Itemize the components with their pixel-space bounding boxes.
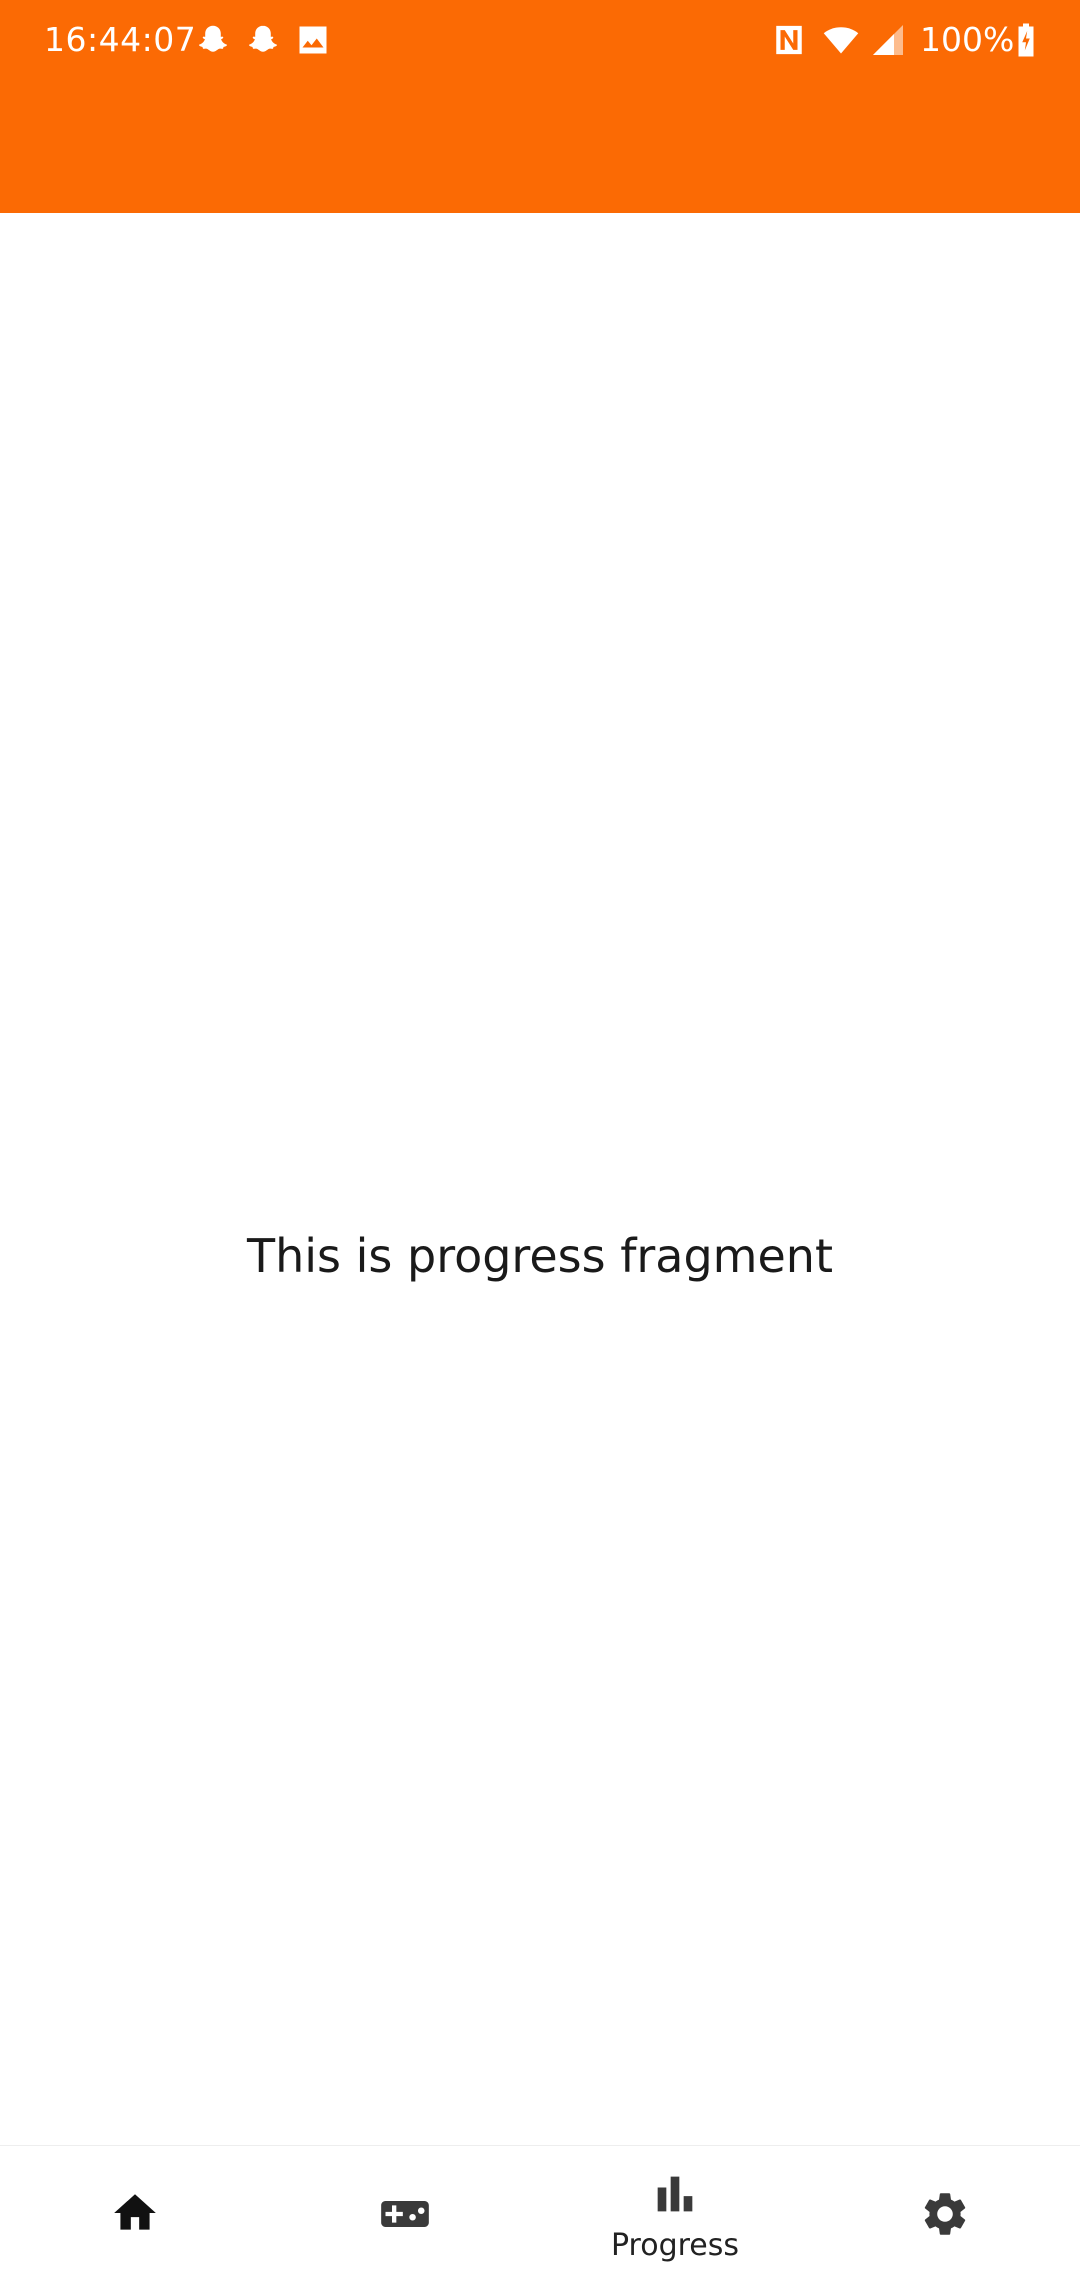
app-bar: 16:44:07 100% xyxy=(0,0,1080,213)
gear-icon xyxy=(924,2193,966,2235)
image-icon xyxy=(299,26,327,54)
bar-chart-icon xyxy=(657,2176,693,2212)
home-icon xyxy=(114,2194,156,2230)
nav-item-settings[interactable] xyxy=(810,2146,1080,2280)
nav-item-games[interactable] xyxy=(270,2146,540,2280)
snapchat-icon xyxy=(249,25,277,52)
battery-percent: 100% xyxy=(920,20,1015,59)
nfc-icon xyxy=(776,25,802,55)
nav-item-home[interactable] xyxy=(0,2146,270,2280)
screen: 16:44:07 100% This is progress fragment … xyxy=(0,0,1080,2280)
nav-label-progress: Progress xyxy=(610,2228,740,2263)
snapchat-icon xyxy=(199,25,227,52)
gamepad-icon xyxy=(381,2201,429,2227)
status-time: 16:44:07 xyxy=(44,20,197,59)
battery-charging-icon xyxy=(1018,23,1034,57)
fragment-content xyxy=(0,213,1080,2145)
nav-item-progress[interactable]: Progress xyxy=(540,2146,810,2280)
fragment-message: This is progress fragment xyxy=(247,1229,833,1283)
wifi-icon xyxy=(823,27,859,54)
signal-icon xyxy=(873,25,903,55)
status-bar: 16:44:07 100% xyxy=(0,0,1080,80)
bottom-navigation: Progress xyxy=(0,2145,1080,2280)
